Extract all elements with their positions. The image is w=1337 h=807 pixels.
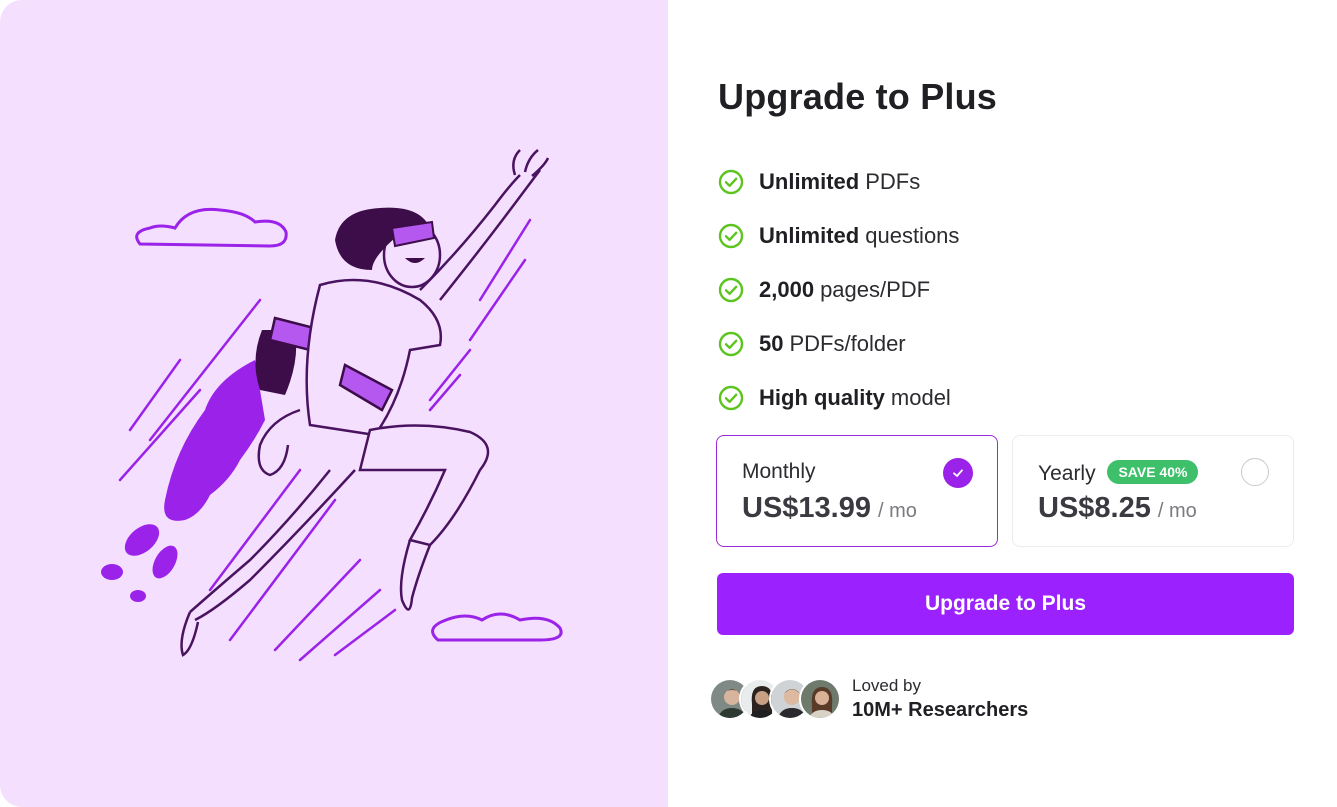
price-period: / mo <box>1157 500 1197 522</box>
loved-by-label: Loved by <box>852 676 921 695</box>
feature-text: model <box>890 385 951 410</box>
check-circle-icon <box>718 385 744 411</box>
feature-text: PDFs/folder <box>789 331 906 356</box>
selected-radio[interactable] <box>943 458 973 488</box>
feature-highlight: Unlimited <box>759 169 860 194</box>
illustration-panel <box>0 0 668 807</box>
feature-item: 50 PDFs/folder <box>718 317 959 371</box>
feature-list: Unlimited PDFs Unlimited questions 2,000… <box>718 155 959 425</box>
plan-price: US$8.25 <box>1038 492 1151 524</box>
feature-text: PDFs <box>865 169 921 194</box>
plan-option-monthly[interactable]: Monthly US$13.99 / mo <box>716 435 998 547</box>
upgrade-modal: Upgrade to Plus Unlimited PDFs Unlimited… <box>0 0 1337 807</box>
upgrade-button[interactable]: Upgrade to Plus <box>717 573 1294 635</box>
avatar <box>799 678 841 721</box>
check-circle-icon <box>718 331 744 357</box>
unselected-radio[interactable] <box>1241 458 1269 486</box>
price-row: US$8.25 / mo <box>1038 492 1197 525</box>
plan-panel: Upgrade to Plus Unlimited PDFs Unlimited… <box>668 0 1337 807</box>
feature-item: 2,000 pages/PDF <box>718 263 959 317</box>
plan-price: US$13.99 <box>742 492 871 524</box>
feature-item: High quality model <box>718 371 959 425</box>
plan-option-yearly[interactable]: Yearly SAVE 40% US$8.25 / mo <box>1012 435 1294 547</box>
feature-highlight: Unlimited <box>759 223 860 248</box>
feature-highlight: High quality <box>759 385 885 410</box>
social-text: Loved by 10M+ Researchers <box>852 676 1028 722</box>
checkmark-icon <box>953 469 963 477</box>
feature-item: Unlimited PDFs <box>718 155 959 209</box>
feature-highlight: 2,000 <box>759 277 815 302</box>
check-circle-icon <box>718 223 744 249</box>
plan-name: Monthly <box>742 460 816 483</box>
check-circle-icon <box>718 277 744 303</box>
feature-item: Unlimited questions <box>718 209 959 263</box>
user-count: 10M+ Researchers <box>852 699 1029 722</box>
check-circle-icon <box>718 169 744 195</box>
avatar-group <box>709 678 841 721</box>
feature-text: questions <box>865 223 960 248</box>
save-badge: SAVE 40% <box>1107 460 1199 484</box>
plan-name: Yearly <box>1038 462 1096 485</box>
social-proof: Loved by 10M+ Researchers <box>709 676 1028 722</box>
price-row: US$13.99 / mo <box>742 492 917 525</box>
price-period: / mo <box>878 500 917 522</box>
modal-title: Upgrade to Plus <box>718 76 998 117</box>
feature-highlight: 50 <box>759 331 784 356</box>
plan-name-row: Yearly SAVE 40% <box>1038 460 1199 486</box>
rocket-person-illustration <box>101 149 563 662</box>
feature-text: pages/PDF <box>820 277 931 302</box>
